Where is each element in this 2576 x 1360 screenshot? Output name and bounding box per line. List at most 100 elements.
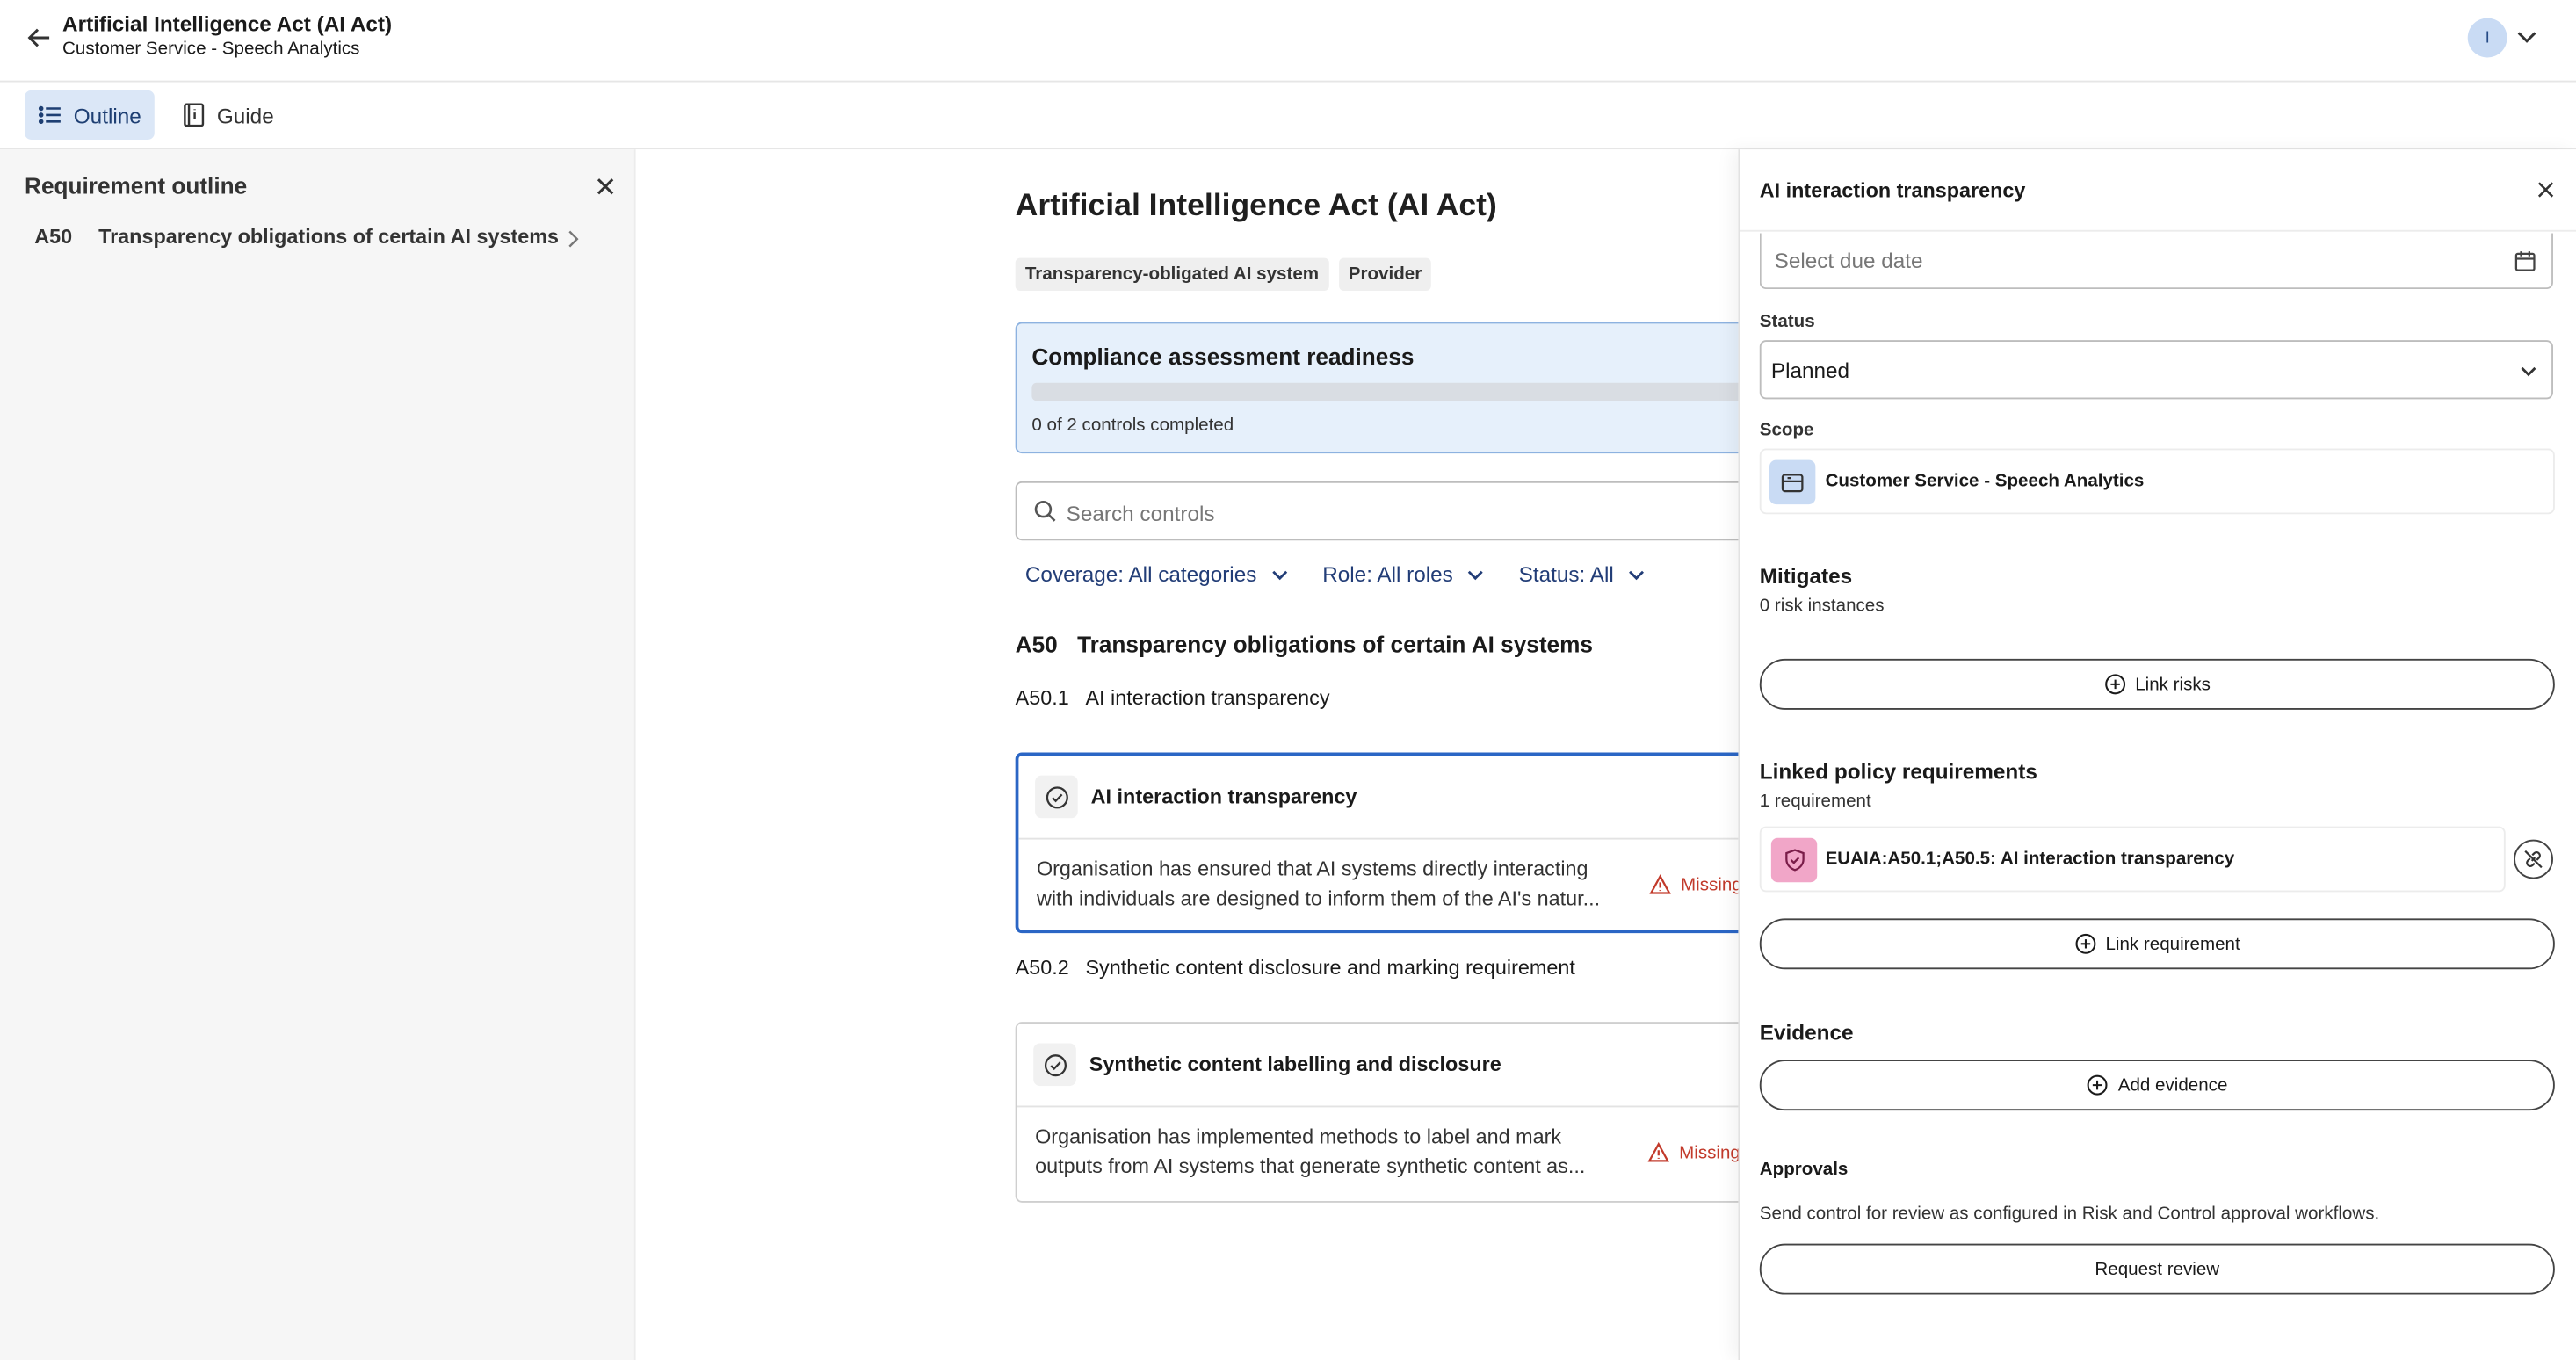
section-code: A50	[1015, 631, 1058, 657]
add-circle-icon	[2104, 674, 2125, 695]
link-requirement-button[interactable]: Link requirement	[1759, 918, 2555, 970]
subsection-code: A50.1	[1015, 686, 1069, 710]
close-icon[interactable]	[595, 176, 616, 197]
status-badge: Missing	[1647, 1141, 1739, 1163]
control-card[interactable]: Synthetic content labelling and disclosu…	[1015, 1022, 1739, 1203]
evidence-heading: Evidence	[1759, 1020, 1854, 1045]
status-filter-label: Status: All	[1518, 561, 1614, 587]
warning-icon	[1649, 874, 1671, 894]
search-icon	[1034, 500, 1056, 522]
unlink-icon	[2524, 850, 2543, 869]
add-evidence-button[interactable]: Add evidence	[1759, 1060, 2555, 1111]
add-circle-icon	[2074, 933, 2095, 954]
detail-title: AI interaction transparency	[1759, 178, 2026, 203]
status-select-value: Planned	[1770, 358, 1850, 383]
coverage-filter-label: Coverage: All categories	[1024, 561, 1257, 587]
readiness-title: Compliance assessment readiness	[1031, 343, 1415, 370]
subsection-title: Synthetic content disclosure and marking…	[1085, 956, 1575, 980]
policy-requirement-name: EUAIA:A50.1;A50.5: AI interaction transp…	[1825, 849, 2235, 870]
tag-ai-system: Transparency-obligated AI system	[1015, 257, 1329, 291]
link-risks-label: Link risks	[2135, 674, 2211, 695]
control-title: AI interaction transparency	[1090, 785, 1357, 809]
control-description: Organisation has implemented methods to …	[1035, 1125, 1586, 1178]
detail-header: AI interaction transparency	[1740, 149, 2576, 232]
back-arrow-icon[interactable]	[23, 21, 55, 54]
section-heading: A50 Transparency obligations of certain …	[1016, 631, 1593, 657]
due-date-field[interactable]: Select due date	[1759, 233, 2553, 290]
link-requirement-label: Link requirement	[2105, 934, 2240, 954]
search-box[interactable]	[1015, 481, 1739, 541]
role-filter-label: Role: All roles	[1322, 561, 1453, 587]
guide-button[interactable]: Guide	[168, 90, 287, 140]
outline-item-label: Transparency obligations of certain AI s…	[98, 225, 560, 249]
policy-requirement-item[interactable]: EUAIA:A50.1;A50.5: AI interaction transp…	[1759, 826, 2506, 893]
linked-policy-heading: Linked policy requirements	[1759, 758, 2037, 784]
status-field-label: Status	[1759, 312, 1815, 332]
approvals-heading: Approvals	[1759, 1160, 1849, 1180]
search-input[interactable]	[1066, 493, 1724, 532]
warning-icon	[1647, 1141, 1669, 1162]
status-filter[interactable]: Status: All	[1519, 562, 1647, 587]
control-card[interactable]: AI interaction transparency Organisation…	[1015, 752, 1739, 934]
tag-role: Provider	[1338, 257, 1432, 291]
unlink-button[interactable]	[2514, 839, 2553, 879]
control-card-header: Synthetic content labelling and disclosu…	[1033, 1043, 1501, 1087]
add-evidence-label: Add evidence	[2117, 1074, 2228, 1096]
check-circle-icon	[1033, 1043, 1076, 1087]
outline-label: Outline	[73, 102, 141, 127]
status-label: Missing	[1681, 874, 1739, 895]
add-circle-icon	[2087, 1074, 2108, 1096]
tag-list: Transparency-obligated AI system Provide…	[1015, 257, 1432, 291]
outline-title: Requirement outline	[25, 172, 248, 199]
chevron-down-icon	[1272, 569, 1288, 580]
filter-bar: Coverage: All categories Role: All roles…	[1025, 562, 1646, 587]
scope-field-label: Scope	[1759, 420, 1814, 441]
divider	[1017, 1105, 1739, 1108]
chevron-down-icon	[1629, 569, 1645, 580]
role-filter[interactable]: Role: All roles	[1322, 562, 1486, 587]
mitigates-count: 0 risk instances	[1759, 596, 1885, 617]
divider	[1018, 837, 1739, 840]
page-title: Artificial Intelligence Act (AI Act)	[62, 11, 393, 37]
check-circle-icon	[1035, 775, 1078, 819]
request-review-label: Request review	[2095, 1259, 2220, 1279]
system-icon	[1769, 459, 1816, 505]
policy-count: 1 requirement	[1759, 792, 1871, 812]
coverage-filter[interactable]: Coverage: All categories	[1025, 562, 1290, 587]
main-content: Artificial Intelligence Act (AI Act) Tra…	[635, 149, 1739, 1360]
control-description: Organisation has ensured that AI systems…	[1036, 857, 1601, 910]
status-label: Missing	[1679, 1142, 1739, 1163]
control-title: Synthetic content labelling and disclosu…	[1089, 1053, 1501, 1076]
mitigates-heading: Mitigates	[1759, 563, 1853, 589]
app-header: Artificial Intelligence Act (AI Act) Cus…	[0, 0, 2576, 83]
status-select[interactable]: Planned	[1759, 340, 2553, 400]
view-toolbar: Outline Guide	[0, 82, 2576, 150]
readiness-card: Compliance assessment readiness 0 of 2 c…	[1015, 322, 1739, 454]
link-risks-button[interactable]: Link risks	[1759, 658, 2555, 710]
avatar[interactable]: I	[2467, 18, 2507, 58]
outline-button[interactable]: Outline	[25, 90, 155, 140]
requirement-outline-panel: Requirement outline A50 Transparency obl…	[0, 149, 636, 1360]
subsection-heading: A50.2 Synthetic content disclosure and m…	[1016, 956, 1575, 979]
readiness-summary: 0 of 2 controls completed	[1031, 416, 1234, 436]
control-card-header: AI interaction transparency	[1035, 775, 1357, 819]
guide-book-icon	[184, 103, 205, 127]
section-title: Transparency obligations of certain AI s…	[1077, 631, 1593, 657]
chevron-down-icon	[1468, 569, 1484, 580]
readiness-progress-bar	[1031, 382, 1739, 401]
subsection-title: AI interaction transparency	[1085, 686, 1330, 710]
outline-item-a50[interactable]: A50 Transparency obligations of certain …	[34, 225, 559, 248]
subsection-code: A50.2	[1015, 956, 1069, 980]
calendar-icon	[2514, 251, 2536, 271]
close-icon[interactable]	[2536, 181, 2555, 199]
chevron-down-icon	[2521, 366, 2536, 377]
framework-title: Artificial Intelligence Act (AI Act)	[1015, 189, 1497, 224]
chevron-right-icon[interactable]	[563, 230, 582, 249]
due-date-placeholder: Select due date	[1774, 248, 1923, 273]
outline-item-code: A50	[34, 225, 73, 249]
request-review-button[interactable]: Request review	[1759, 1243, 2555, 1295]
control-detail-panel: AI interaction transparency Select due d…	[1738, 149, 2576, 1360]
scope-name: Customer Service - Speech Analytics	[1825, 471, 2145, 492]
chevron-down-icon[interactable]	[2515, 25, 2538, 47]
subsection-heading: A50.1 AI interaction transparency	[1016, 687, 1330, 710]
